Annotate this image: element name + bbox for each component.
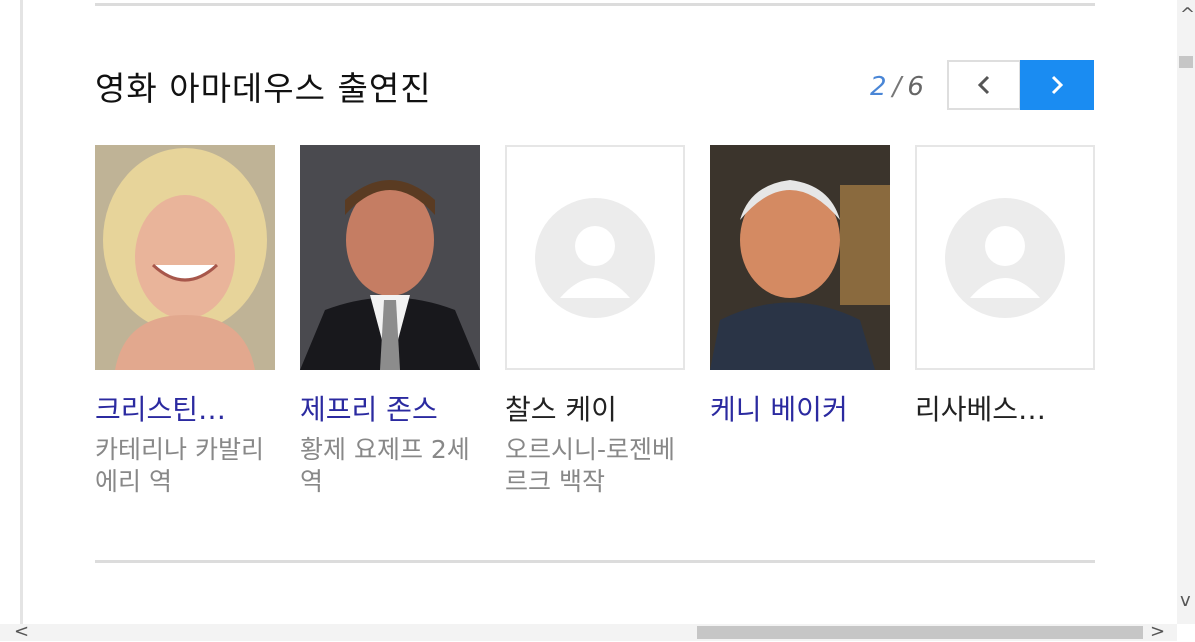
section-title: 영화 아마데우스 출연진 xyxy=(95,69,432,108)
scroll-down-icon[interactable]: v xyxy=(1180,592,1191,610)
cast-card[interactable]: 케니 베이커 xyxy=(710,145,890,434)
scroll-right-icon[interactable]: > xyxy=(1150,623,1165,641)
vertical-scrollbar[interactable]: ^ v xyxy=(1177,0,1195,624)
page-current: 2 xyxy=(870,72,887,102)
cast-card[interactable]: 크리스틴… 카테리나 카발리에리 역 xyxy=(95,145,275,498)
cast-card[interactable]: 리사베스… xyxy=(915,145,1095,434)
cast-role: 황제 요제프 2세 역 xyxy=(300,435,470,496)
bottom-divider xyxy=(95,560,1095,563)
cast-name: 리사베스… xyxy=(915,393,1047,426)
page-separator: / xyxy=(892,72,902,102)
chevron-right-icon xyxy=(1051,75,1064,95)
cast-name: 찰스 케이 xyxy=(505,393,617,426)
vertical-scroll-thumb[interactable] xyxy=(1179,56,1193,68)
horizontal-scroll-thumb[interactable] xyxy=(697,626,1143,639)
cast-card[interactable]: 찰스 케이 오르시니-로젠베르크 백작 xyxy=(505,145,685,498)
actress-photo[interactable] xyxy=(95,145,275,370)
top-divider xyxy=(95,3,1095,6)
page-left-border xyxy=(0,0,23,624)
placeholder-avatar-icon[interactable] xyxy=(505,145,685,370)
actor-photo[interactable] xyxy=(300,145,480,370)
cast-card[interactable]: 제프리 존스 황제 요제프 2세 역 xyxy=(300,145,480,498)
cast-role: 카테리나 카발리에리 역 xyxy=(95,435,264,496)
placeholder-avatar-icon[interactable] xyxy=(915,145,1095,370)
cast-name[interactable]: 케니 베이커 xyxy=(710,392,890,428)
scroll-up-icon[interactable]: ^ xyxy=(1180,6,1195,24)
actor-photo[interactable] xyxy=(710,145,890,370)
page-total: 6 xyxy=(907,72,924,102)
cast-name[interactable]: 크리스틴… xyxy=(95,392,275,428)
cast-name[interactable]: 제프리 존스 xyxy=(300,392,480,428)
scroll-left-icon[interactable]: < xyxy=(14,623,29,641)
chevron-left-icon xyxy=(977,75,990,95)
page-indicator: 2/6 xyxy=(870,72,924,102)
next-page-button[interactable] xyxy=(1020,60,1094,110)
horizontal-scrollbar[interactable]: < > xyxy=(0,623,1177,641)
prev-page-button[interactable] xyxy=(947,60,1021,110)
cast-role: 오르시니-로젠베르크 백작 xyxy=(505,435,676,496)
